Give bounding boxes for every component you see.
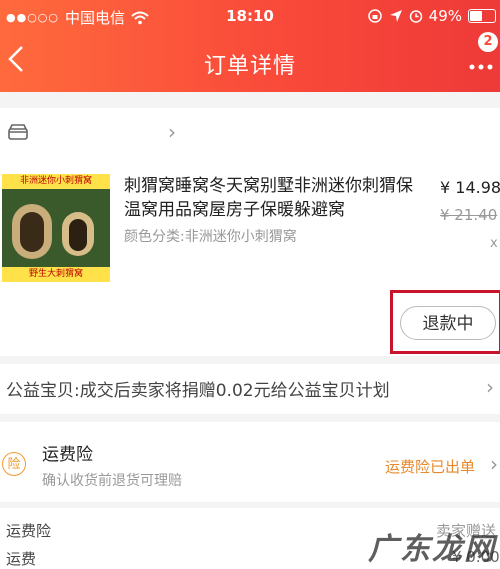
thumbnail-bottom-caption: 野生大刺猬窝 [2,267,110,282]
insurance-status: 运费险已出单 [385,458,476,476]
header: ●●○○○ 中国电信 18:10 49% 订单详情 2 [0,0,500,92]
shop-icon [8,124,28,140]
thumbnail-nest-small [62,212,94,256]
order-item[interactable]: 非洲迷你小刺猬窝 野生大刺猬窝 刺猬窝睡窝冬天窝别墅非洲迷你刺猬保温窝用品窝屋房… [0,156,500,356]
product-price: ¥ 14.98 [440,178,500,197]
product-title[interactable]: 刺猬窝睡窝冬天窝别墅非洲迷你刺猬保温窝用品窝屋房子保暖躲避窝 [124,174,414,222]
product-thumbnail[interactable]: 非洲迷你小刺猬窝 野生大刺猬窝 [2,174,110,282]
charity-text: 公益宝贝:成交后卖家将捐赠0.02元给公益宝贝计划 [6,381,390,401]
watermark: 广东龙网 [368,532,496,567]
status-right: 49% [367,7,496,25]
product-sku: 颜色分类:非洲迷你小刺猬窝 [124,229,297,245]
insurance-chevron-icon: › [490,452,498,476]
summary-insurance-label: 运费险 [6,522,52,540]
location-arrow-icon [389,10,402,22]
battery-percent: 49% [428,7,462,25]
thumbnail-top-caption: 非洲迷你小刺猬窝 [2,174,110,189]
insurance-icon: 险 [2,452,26,476]
insurance-title: 运费险 [42,445,93,465]
charity-chevron-icon: › [486,375,494,399]
page-title: 订单详情 [203,54,296,79]
insurance-subtitle: 确认收货前退货可理赔 [42,473,182,489]
alarm-icon [409,10,422,23]
product-quantity: x [490,236,498,251]
battery-icon [468,9,496,23]
nav-bar: 订单详情 2 [0,32,500,92]
thumbnail-nest-large [12,204,52,259]
summary-shipping-label: 运费 [6,550,37,568]
status-bar: ●●○○○ 中国电信 18:10 49% [0,0,500,34]
shipping-insurance-row[interactable]: 险 运费险 确认收货前退货可理赔 运费险已出单 › [0,422,500,502]
more-dots-icon [469,64,493,70]
product-original-price: ¥ 21.40 [440,206,498,224]
message-badge: 2 [478,32,498,52]
more-button[interactable] [468,52,494,77]
shop-row[interactable]: › [0,108,500,156]
orientation-lock-icon [367,9,382,23]
shop-chevron-icon: › [168,120,176,144]
refund-status-button[interactable]: 退款中 [400,306,496,340]
charity-row[interactable]: 公益宝贝:成交后卖家将捐赠0.02元给公益宝贝计划 › [0,364,500,414]
